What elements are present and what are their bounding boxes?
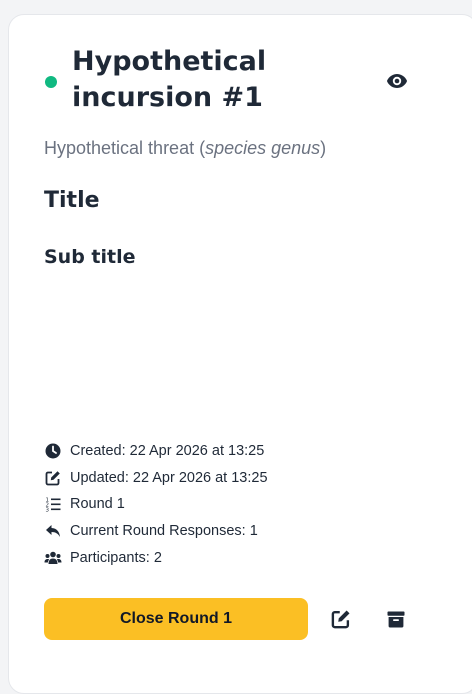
meta-list: Created: 22 Apr 2026 at 13:25 Updated: 2…: [44, 438, 268, 571]
meta-participants: Participants: 2: [44, 544, 268, 571]
edit-square-icon[interactable]: [328, 607, 354, 631]
ordered-list-icon: 1 2 3: [44, 495, 62, 513]
meta-created: Created: 22 Apr 2026 at 13:25: [44, 438, 268, 465]
edit-square-icon: [44, 469, 62, 487]
archive-icon[interactable]: [383, 607, 409, 631]
incursion-title: Hypothetical incursion #1: [72, 46, 267, 113]
species-name: species genus: [205, 138, 321, 158]
participants-text: Participants: 2: [70, 549, 162, 566]
subtitle-prefix: Hypothetical threat (: [44, 138, 206, 158]
status-dot: [45, 76, 57, 88]
content-subtitle: Sub title: [44, 246, 136, 268]
meta-round: 1 2 3 Round 1: [44, 491, 268, 518]
threat-subtitle: Hypothetical threat (species genus): [44, 136, 326, 160]
round-text: Round 1: [70, 496, 125, 513]
responses-text: Current Round Responses: 1: [70, 523, 258, 540]
clock-icon: [44, 442, 62, 460]
users-icon: [44, 549, 62, 567]
meta-responses: Current Round Responses: 1: [44, 518, 268, 545]
close-round-button[interactable]: Close Round 1: [44, 598, 308, 640]
content-title: Title: [44, 188, 100, 213]
created-text: Created: 22 Apr 2026 at 13:25: [70, 443, 265, 460]
incursion-card: [8, 14, 472, 694]
updated-text: Updated: 22 Apr 2026 at 13:25: [70, 469, 268, 486]
eye-icon[interactable]: [384, 70, 410, 92]
subtitle-suffix: ): [320, 138, 327, 158]
svg-text:3: 3: [46, 508, 50, 513]
meta-updated: Updated: 22 Apr 2026 at 13:25: [44, 465, 268, 492]
reply-icon: [44, 522, 62, 540]
